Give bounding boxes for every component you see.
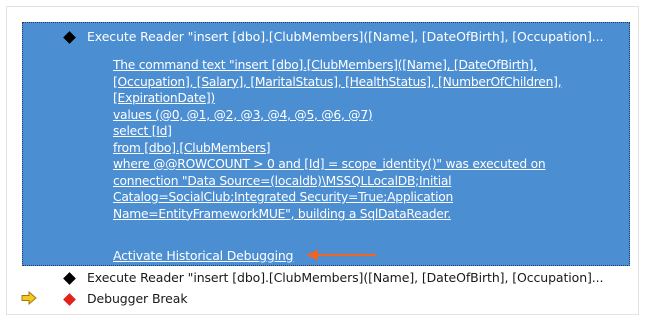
event-row-execute-reader-1[interactable]: Execute Reader "insert [dbo].[ClubMember… [0, 28, 645, 50]
detail-line[interactable]: The command text "insert [dbo].[ClubMemb… [113, 57, 628, 74]
black-diamond-icon [63, 31, 76, 44]
event-row-label: Debugger Break [87, 291, 188, 306]
activate-historical-debugging-link[interactable]: Activate Historical Debugging [113, 248, 293, 263]
current-location-arrow-icon [21, 291, 37, 305]
detail-line[interactable]: [Occupation], [Salary], [MaritalStatus],… [113, 74, 628, 91]
black-diamond-icon [63, 272, 76, 285]
annotation-arrow-icon [306, 249, 376, 261]
event-row-debugger-break[interactable]: Debugger Break [0, 290, 645, 312]
event-details: The command text "insert [dbo].[ClubMemb… [113, 57, 628, 222]
detail-line[interactable]: Catalog=SocialClub;Integrated Security=T… [113, 189, 628, 206]
detail-line[interactable]: Name=EntityFrameworkMUE", building a Sql… [113, 206, 628, 223]
detail-line[interactable]: select [Id] [113, 123, 628, 140]
detail-line[interactable]: from [dbo].[ClubMembers] [113, 140, 628, 157]
event-row-execute-reader-2[interactable]: Execute Reader "insert [dbo].[ClubMember… [0, 269, 645, 291]
detail-line[interactable]: connection "Data Source=(localdb)\MSSQLL… [113, 173, 628, 190]
event-row-label: Execute Reader "insert [dbo].[ClubMember… [87, 29, 604, 44]
event-row-label: Execute Reader "insert [dbo].[ClubMember… [87, 270, 604, 285]
detail-line[interactable]: [ExpirationDate]) [113, 90, 628, 107]
detail-line[interactable]: values (@0, @1, @2, @3, @4, @5, @6, @7) [113, 107, 628, 124]
red-diamond-icon [63, 293, 76, 306]
detail-line[interactable]: where @@ROWCOUNT > 0 and [Id] = scope_id… [113, 156, 628, 173]
